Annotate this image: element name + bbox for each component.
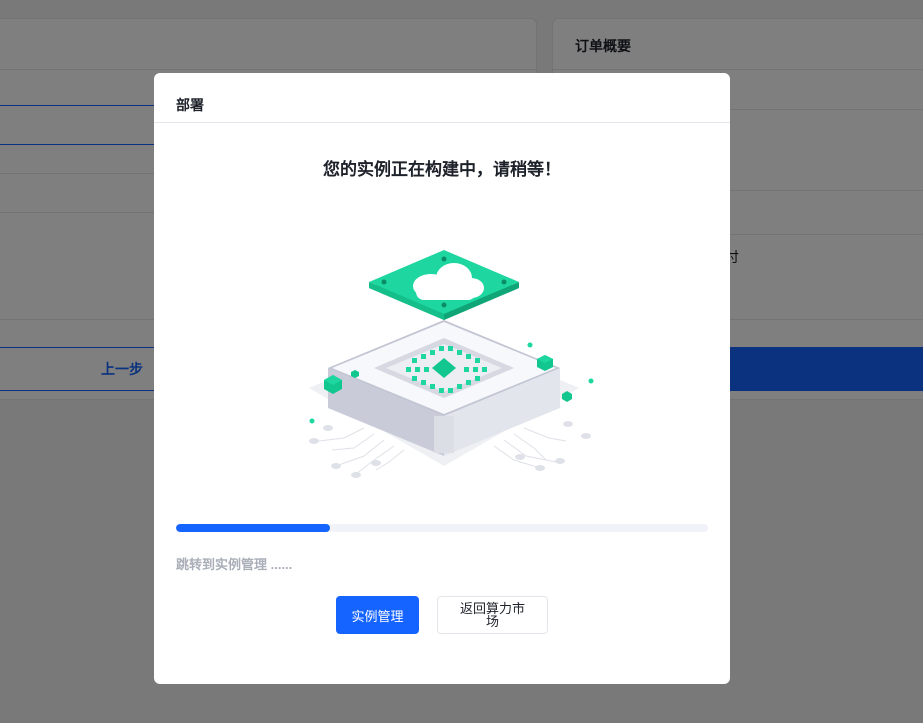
deploy-modal: 部署 您的实例正在构建中，请稍等！ 跳转到实例管理 ...... 实例管理 返回… <box>154 73 730 684</box>
modal-title: 部署 <box>176 97 204 113</box>
modal-header: 部署 <box>154 73 730 123</box>
progress-fill <box>176 524 331 532</box>
building-heading: 您的实例正在构建中，请稍等！ <box>323 160 561 179</box>
instance-management-button[interactable]: 实例管理 <box>336 596 419 634</box>
back-to-market-button[interactable]: 返回算力市场 <box>437 596 548 634</box>
build-progress-bar <box>176 524 708 532</box>
cloud-chip-icon <box>309 250 594 478</box>
redirect-text: 跳转到实例管理 ...... <box>176 557 293 572</box>
